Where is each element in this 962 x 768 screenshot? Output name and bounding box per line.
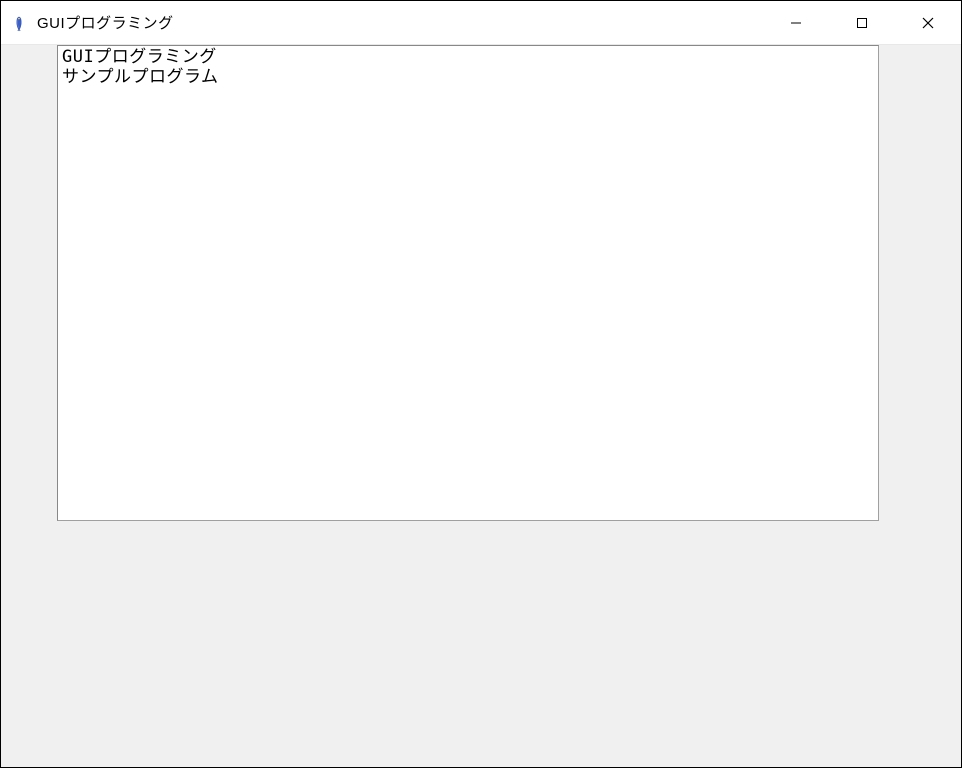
text-line: GUIプログラミング — [62, 47, 217, 67]
window-title: GUIプログラミング — [37, 12, 763, 33]
minimize-button[interactable] — [763, 1, 829, 44]
maximize-icon — [856, 17, 868, 29]
close-icon — [922, 17, 934, 29]
window-controls — [763, 1, 961, 44]
client-area: GUIプログラミング サンプルプログラム — [1, 45, 961, 767]
close-button[interactable] — [895, 1, 961, 44]
titlebar[interactable]: GUIプログラミング — [1, 1, 961, 45]
text-widget[interactable]: GUIプログラミング サンプルプログラム — [57, 45, 879, 521]
app-icon — [11, 16, 27, 32]
maximize-button[interactable] — [829, 1, 895, 44]
application-window: GUIプログラミング GUIプログラミング サンプルプログラム — [1, 1, 961, 767]
text-line: サンプルプログラム — [62, 67, 218, 87]
minimize-icon — [790, 17, 802, 29]
